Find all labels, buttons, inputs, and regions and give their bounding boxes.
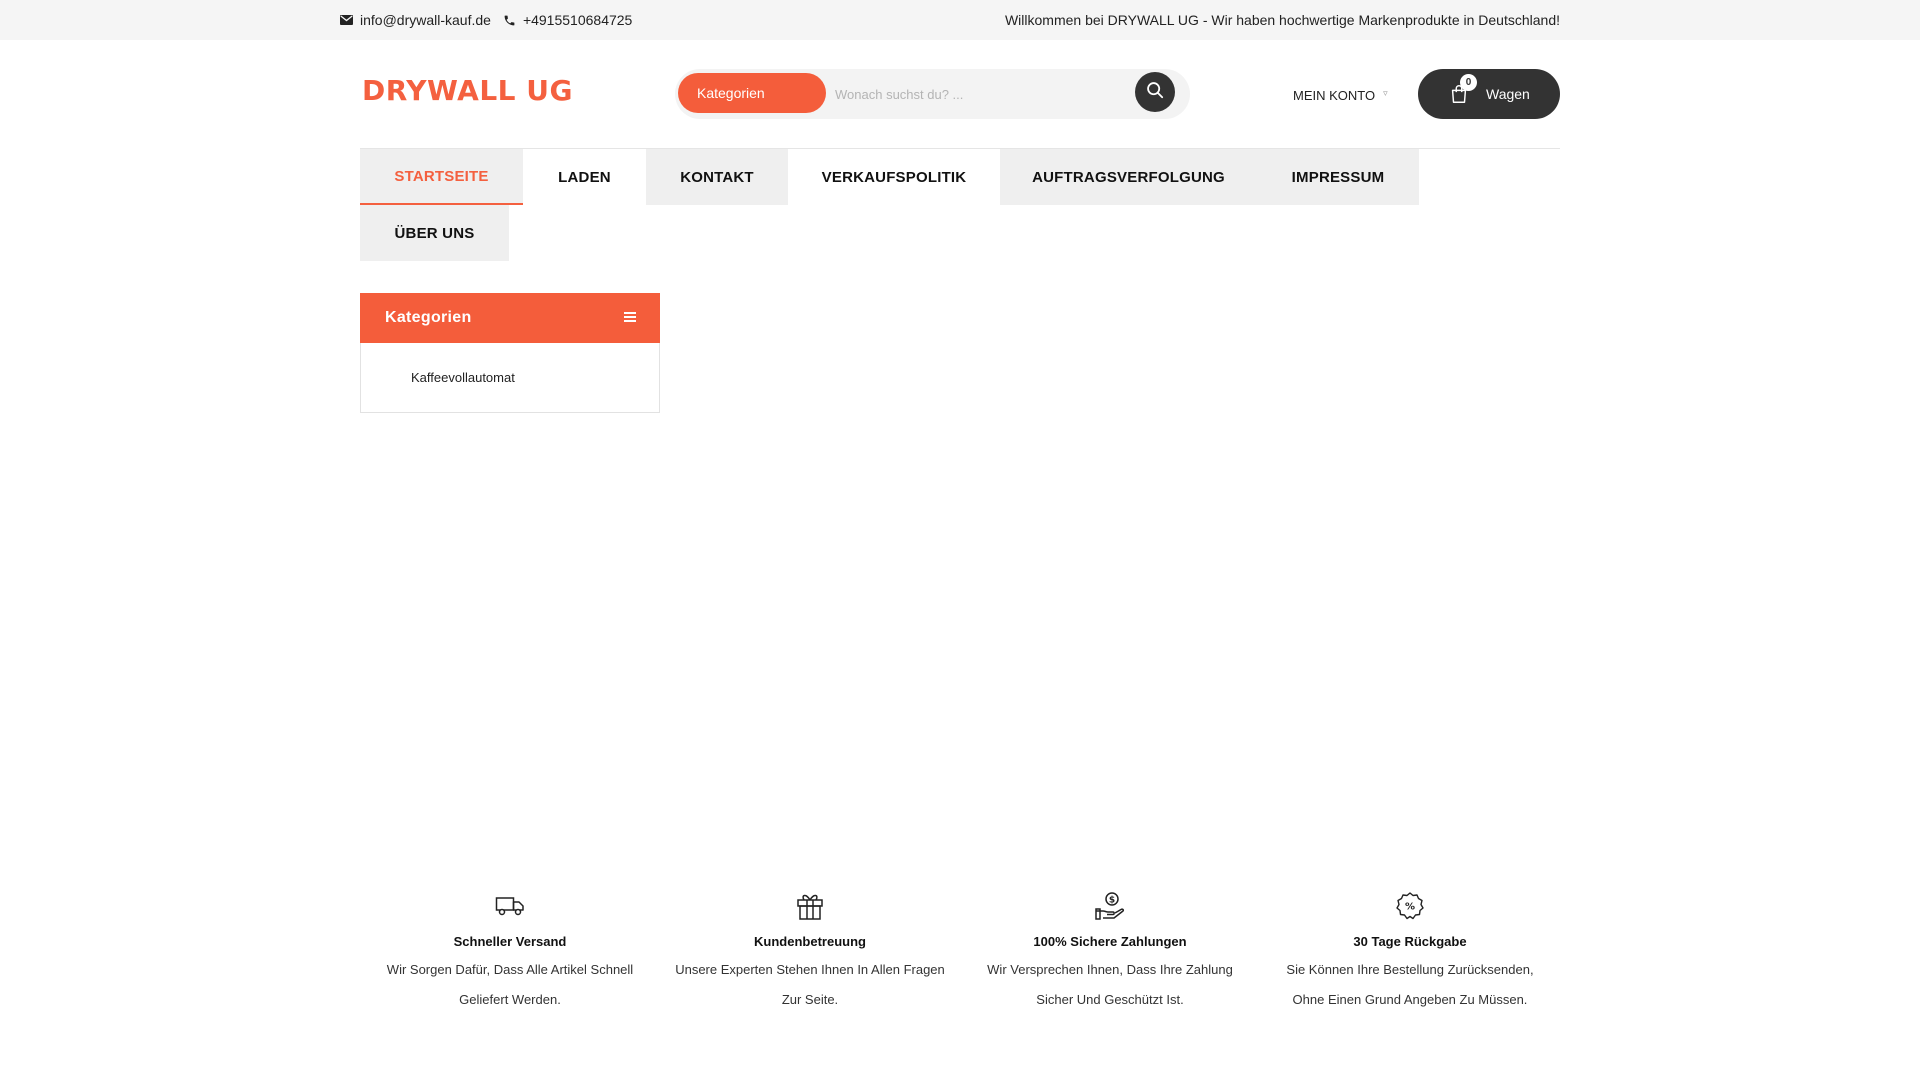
nav-item-auftragsverfolgung[interactable]: AUFTRAGSVERFOLGUNG [1000,149,1257,205]
svg-text:%: % [1405,902,1415,913]
chevron-down-icon: ▿ [1383,88,1388,98]
category-item-kaffeevollautomat[interactable]: Kaffeevollautomat [411,370,515,385]
shopping-bag-icon [1448,85,1470,108]
search-category-select[interactable]: Kategorien [678,73,826,113]
feature-text: Wir Sorgen Dafür, Dass Alle Artikel Schn… [386,962,634,1007]
nav-item-startseite[interactable]: STARTSEITE [360,149,523,205]
search-button[interactable] [1135,72,1175,112]
feature-title: 100% Sichere Zahlungen [1033,934,1187,949]
feature-returns: % 30 Tage Rückgabe Sie Können Ihre Beste… [1260,890,1560,1015]
account-menu[interactable]: MEIN KONTO ▿ [1293,88,1388,103]
svg-text:$: $ [1109,896,1115,906]
feature-text: Sie Können Ihre Bestellung Zurücksenden,… [1286,962,1534,1007]
phone-link[interactable]: +4915510684725 [503,12,632,28]
cart-label: Wagen [1486,86,1530,102]
nav-item-kontakt[interactable]: KONTAKT [646,149,788,205]
feature-payment: $ 100% Sichere Zahlungen Wir Versprechen… [960,890,1260,1015]
search-icon [1146,81,1164,104]
phone-icon [503,14,516,27]
nav-item-verkaufspolitik[interactable]: VERKAUFSPOLITIK [788,149,1000,205]
cart-button[interactable]: 0 Wagen [1418,69,1560,119]
phone-text: +4915510684725 [522,12,633,28]
feature-title: Schneller Versand [453,934,567,949]
nav-item-ueber-uns[interactable]: ÜBER UNS [360,205,509,261]
account-label: MEIN KONTO [1293,88,1376,103]
welcome-message: Willkommen bei DRYWALL UG - Wir haben ho… [1004,12,1560,28]
search-input[interactable] [835,75,1125,113]
feature-title: 30 Tage Rückgabe [1353,934,1467,949]
feature-title: Kundenbetreuung [754,934,866,949]
gift-icon [660,890,960,922]
nav-item-impressum[interactable]: IMPRESSUM [1257,149,1419,205]
discount-badge-icon: % [1260,890,1560,922]
categories-list: Kaffeevollautomat [360,343,660,413]
categories-title: Kategorien [385,309,472,326]
feature-support: Kundenbetreuung Unsere Experten Stehen I… [660,890,960,1015]
truck-icon [360,890,660,922]
email-link[interactable]: info@drywall-kauf.de [340,12,491,28]
feature-text: Wir Versprechen Ihnen, Dass Ihre Zahlung… [987,962,1233,1007]
features-row: Schneller Versand Wir Sorgen Dafür, Dass… [360,890,1560,1015]
envelope-icon [340,15,353,25]
nav-item-laden[interactable]: LADEN [523,149,646,205]
categories-panel: Kategorien Kaffeevollautomat [360,293,660,413]
search-bar: Kategorien [675,69,1190,119]
email-text: info@drywall-kauf.de [360,12,491,28]
cart-icon-wrap: 0 [1448,74,1477,108]
feature-text: Unsere Experten Stehen Ihnen In Allen Fr… [675,962,945,1007]
header: DRYWALL UG Kategorien MEIN KONTO ▿ 0 Wag… [340,40,1560,148]
cart-count-badge: 0 [1460,74,1477,91]
top-bar-inner: info@drywall-kauf.de +4915510684725 Will… [340,0,1560,40]
feature-shipping: Schneller Versand Wir Sorgen Dafür, Dass… [360,890,660,1015]
top-bar: info@drywall-kauf.de +4915510684725 Will… [0,0,1920,40]
categories-header[interactable]: Kategorien [360,293,660,343]
menu-icon [624,309,636,327]
contact-info: info@drywall-kauf.de +4915510684725 [340,12,632,28]
site-logo[interactable]: DRYWALL UG [362,74,573,107]
payment-hand-icon: $ [960,890,1260,922]
